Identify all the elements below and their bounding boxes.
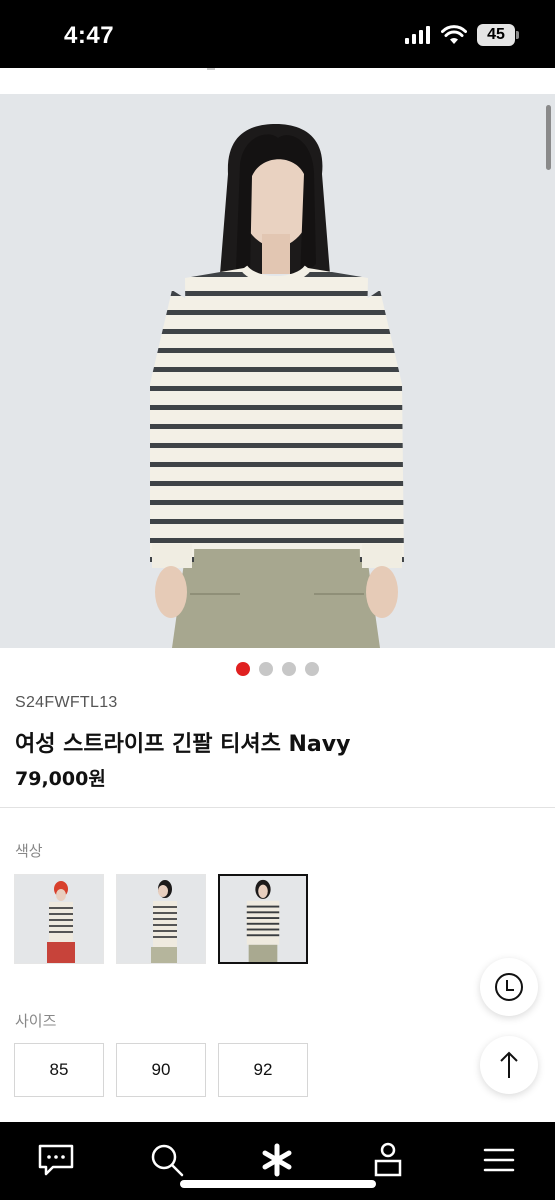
battery-indicator: 45 <box>477 24 519 46</box>
color-section-label: 색상 <box>15 842 43 860</box>
color-thumbnail-image <box>220 876 306 962</box>
product-price: 79,000원 <box>15 768 106 790</box>
image-carousel-dots <box>236 662 319 676</box>
color-option-red-beanie[interactable] <box>14 874 104 964</box>
header-mark <box>207 68 215 70</box>
color-option-navy-selected[interactable] <box>218 874 308 964</box>
size-option-85[interactable]: 85 <box>14 1043 104 1097</box>
size-section-label: 사이즈 <box>15 1012 57 1030</box>
nav-my-page[interactable] <box>368 1140 408 1180</box>
nav-home[interactable] <box>257 1140 297 1180</box>
color-options <box>14 874 308 964</box>
scroll-to-top-button[interactable] <box>480 1036 538 1094</box>
nav-search[interactable] <box>147 1140 187 1180</box>
product-sku: S24FWFTL13 <box>15 694 118 711</box>
color-option-side-view[interactable] <box>116 874 206 964</box>
status-time: 4:47 <box>64 22 115 49</box>
scroll-top-arrow-icon <box>500 1051 518 1078</box>
home-indicator <box>180 1180 376 1188</box>
status-bar: 4:47 45 <box>0 0 555 68</box>
carousel-dot[interactable] <box>282 662 296 676</box>
nav-chat[interactable] <box>36 1140 76 1180</box>
asterisk-icon <box>262 1143 292 1177</box>
cellular-signal-icon <box>405 26 430 44</box>
product-title: 여성 스트라이프 긴팔 티셔츠 Navy <box>15 732 351 757</box>
scrollbar[interactable] <box>546 105 551 170</box>
model-photo <box>150 124 404 648</box>
size-option-90[interactable]: 90 <box>116 1043 206 1097</box>
carousel-dot[interactable] <box>259 662 273 676</box>
size-option-92[interactable]: 92 <box>218 1043 308 1097</box>
recent-history-icon <box>495 973 523 1001</box>
chat-icon <box>38 1144 74 1176</box>
status-icons: 45 <box>405 24 519 46</box>
product-image[interactable] <box>0 94 555 648</box>
search-icon <box>151 1144 184 1177</box>
carousel-dot[interactable] <box>236 662 250 676</box>
divider <box>0 807 555 808</box>
nav-menu[interactable] <box>479 1140 519 1180</box>
carousel-dot[interactable] <box>305 662 319 676</box>
wifi-icon <box>441 25 467 44</box>
header-strip <box>0 68 555 94</box>
menu-icon <box>483 1148 515 1172</box>
size-options: 85 90 92 <box>14 1043 308 1097</box>
color-thumbnail-image <box>15 875 103 963</box>
bottom-navigation <box>0 1122 555 1200</box>
recent-history-button[interactable] <box>480 958 538 1016</box>
user-icon <box>374 1142 402 1177</box>
color-thumbnail-image <box>117 875 205 963</box>
